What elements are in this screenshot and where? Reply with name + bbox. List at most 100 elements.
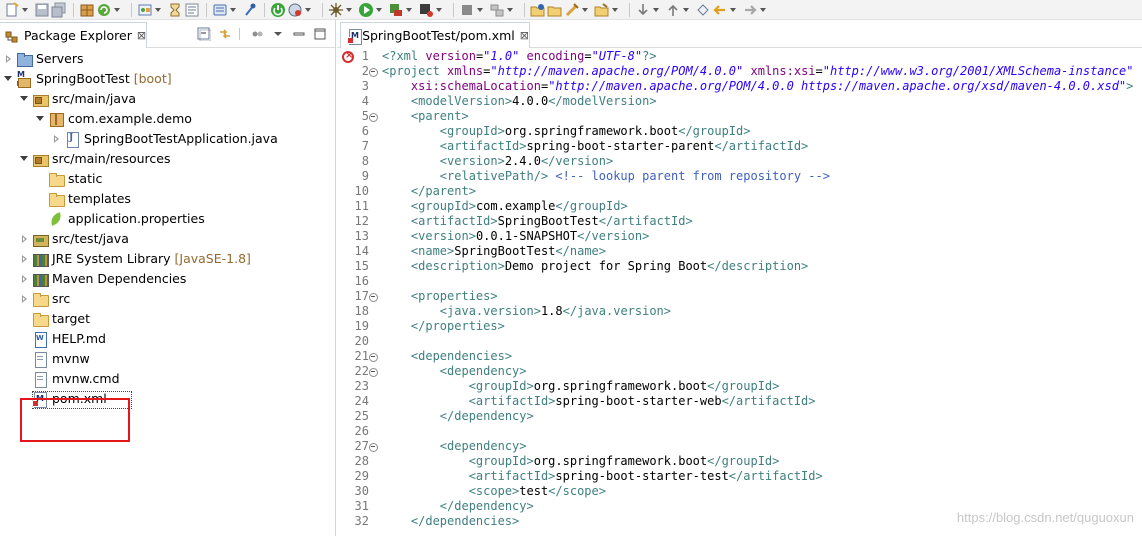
fold-toggle-icon[interactable] [369, 113, 378, 122]
tree-item[interactable]: target [0, 309, 335, 329]
tree-item[interactable]: static [0, 169, 335, 189]
tree-item[interactable]: src [0, 289, 335, 309]
collapsed-arrow-icon[interactable] [4, 55, 12, 63]
forward-icon[interactable] [742, 2, 758, 18]
tree-item[interactable]: com.example.demo [0, 109, 335, 129]
external-tools-icon[interactable] [328, 2, 344, 18]
collapse-all-icon[interactable] [197, 27, 212, 42]
collapsed-arrow-icon[interactable] [52, 135, 60, 143]
view-menu-icon[interactable] [271, 27, 285, 41]
tree-item[interactable]: application.properties [0, 209, 335, 229]
tree-item[interactable]: SpringBootTestApplication.java [0, 129, 335, 149]
external-tools-dropdown-icon[interactable] [345, 2, 354, 18]
toggle-breakpoint-icon[interactable] [212, 2, 228, 18]
xml-icon [32, 391, 48, 408]
open-file-dropdown-icon[interactable] [581, 2, 590, 18]
tree-item[interactable]: mvnw [0, 349, 335, 369]
code-token: test [519, 484, 549, 498]
tree-item[interactable]: HELP.md [0, 329, 335, 349]
refresh-dropdown-icon[interactable] [113, 2, 122, 18]
tree-item[interactable]: Maven Dependencies [0, 269, 335, 289]
open-file-icon[interactable] [564, 2, 580, 18]
server-icon[interactable] [418, 2, 434, 18]
fold-toggle-icon[interactable] [369, 443, 378, 452]
fold-toggle-icon[interactable] [369, 68, 378, 77]
collapsed-arrow-icon[interactable] [20, 235, 28, 243]
tree-item-name: SpringBootTest [36, 71, 130, 86]
java-icon [64, 131, 80, 148]
package-explorer-view: Package Explorer ⊠ ServersSpr [0, 20, 336, 536]
link-with-editor-icon[interactable] [218, 27, 232, 41]
tree-item-name: src/test/java [52, 231, 129, 246]
forward-dropdown-icon[interactable] [759, 2, 768, 18]
new-dropdown-icon[interactable] [21, 2, 30, 18]
collapsed-arrow-icon[interactable] [20, 275, 28, 283]
fold-toggle-icon[interactable] [369, 353, 378, 362]
expanded-arrow-icon[interactable] [20, 155, 28, 163]
last-edit-icon[interactable] [665, 2, 681, 18]
back-icon[interactable] [712, 2, 728, 18]
close-icon[interactable]: ⊠ [520, 29, 529, 42]
new-icon[interactable] [4, 1, 20, 18]
fold-toggle-icon[interactable] [369, 293, 378, 302]
task-icon[interactable] [167, 2, 183, 18]
close-icon[interactable]: ⊠ [137, 29, 146, 42]
tab-package-explorer[interactable]: Package Explorer ⊠ [0, 22, 147, 48]
debug-icon[interactable] [287, 2, 303, 18]
tree-item[interactable]: pom.xml [0, 389, 335, 409]
maximize-icon[interactable] [313, 27, 327, 41]
annotation-next-icon[interactable] [594, 2, 610, 18]
run-dropdown-icon[interactable] [375, 2, 384, 18]
breakpoint-dropdown-icon[interactable] [229, 2, 238, 18]
open-type-icon[interactable] [137, 2, 153, 18]
debug-dropdown-icon[interactable] [304, 2, 313, 18]
collapsed-arrow-icon[interactable] [20, 255, 28, 263]
minimize-icon[interactable] [292, 27, 306, 41]
fold-toggle-icon[interactable] [369, 368, 378, 377]
new-folder-icon[interactable] [489, 2, 505, 18]
line-number: 28 [354, 454, 369, 468]
annotation-prev-dropdown-icon[interactable] [652, 2, 661, 18]
open-type-dropdown-icon[interactable] [154, 2, 163, 18]
code-area[interactable]: 1<?xml version="1.0" encoding="UTF-8"?>2… [337, 49, 1142, 536]
tree-item[interactable]: SpringBootTest [boot] [0, 69, 335, 89]
tree-item[interactable]: templates [0, 189, 335, 209]
pin-icon[interactable] [695, 2, 711, 18]
tree-item[interactable]: Servers [0, 49, 335, 69]
server-dropdown-icon[interactable] [435, 2, 444, 18]
expanded-arrow-icon[interactable] [36, 115, 44, 123]
collapsed-arrow-icon[interactable] [20, 295, 28, 303]
spring-icon[interactable] [270, 2, 286, 18]
last-edit-dropdown-icon[interactable] [682, 2, 691, 18]
build-project-dropdown-icon[interactable] [476, 2, 485, 18]
tree-item[interactable]: src/main/java [0, 89, 335, 109]
coverage-icon[interactable] [388, 2, 404, 18]
tree-item[interactable]: src/test/java [0, 229, 335, 249]
refresh-icon[interactable] [96, 2, 112, 18]
annotation-next-dropdown-icon[interactable] [611, 2, 620, 18]
expanded-arrow-icon[interactable] [20, 95, 28, 103]
coverage-dropdown-icon[interactable] [405, 2, 414, 18]
skip-breakpoints-icon[interactable] [242, 2, 258, 18]
save-icon[interactable] [34, 2, 50, 18]
tree-item[interactable]: mvnw.cmd [0, 369, 335, 389]
annotation-prev-icon[interactable] [635, 2, 651, 18]
tab-pom-xml[interactable]: SpringBootTest/pom.xml ⊠ [340, 22, 530, 48]
search-icon[interactable] [547, 2, 563, 18]
build-icon[interactable] [79, 2, 95, 18]
build-project-icon[interactable] [459, 2, 475, 18]
run-icon[interactable] [358, 2, 374, 18]
code-token: = [584, 49, 592, 63]
focus-icon[interactable] [250, 27, 264, 41]
expanded-arrow-icon[interactable] [4, 75, 12, 83]
code-token: <name> [410, 244, 455, 258]
browse-icon[interactable] [184, 2, 200, 18]
open-folder-icon[interactable] [530, 2, 546, 18]
back-dropdown-icon[interactable] [729, 2, 738, 18]
save-all-icon[interactable] [51, 2, 67, 18]
code-token: </groupId> [707, 454, 780, 468]
code-token: </description> [707, 259, 809, 273]
new-folder-dropdown-icon[interactable] [506, 2, 515, 18]
tree-item[interactable]: src/main/resources [0, 149, 335, 169]
tree-item[interactable]: JRE System Library [JavaSE-1.8] [0, 249, 335, 269]
